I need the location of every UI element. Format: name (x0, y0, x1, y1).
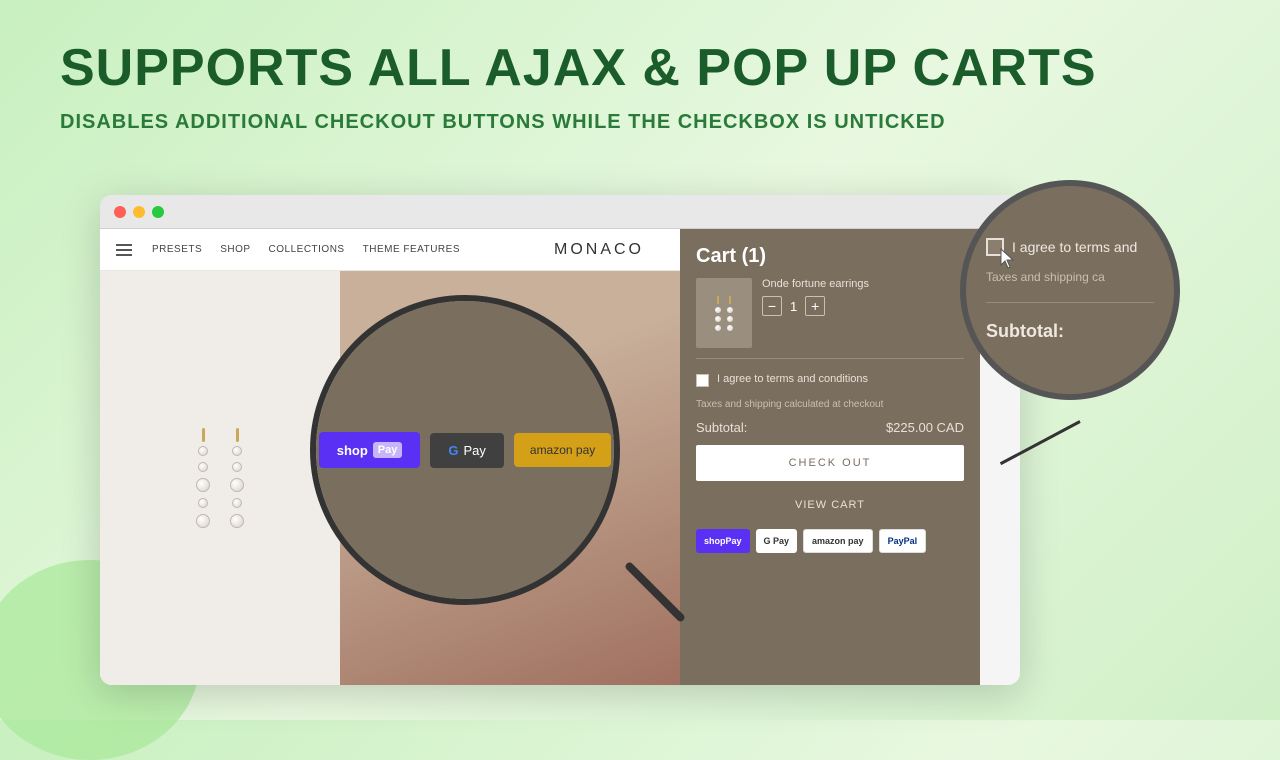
mini-earring-right (727, 296, 733, 331)
cursor-icon (996, 246, 1020, 270)
mini-wire-right (729, 296, 731, 304)
mini-wire-left (717, 296, 719, 304)
agree-label: I agree to terms and conditions (717, 373, 868, 385)
qty-number: 1 (790, 299, 797, 314)
hamburger-menu-icon[interactable] (116, 244, 132, 256)
cart-item-details: Onde fortune earrings − 1 + (762, 278, 964, 316)
maximize-dot[interactable] (152, 206, 164, 218)
cart-payment-icons: shopPay G Pay amazon pay PayPal (696, 529, 964, 553)
cart-amazon-icon: amazon pay (803, 529, 873, 553)
zoom-divider (986, 302, 1154, 303)
checkout-button[interactable]: CHECK OUT (696, 445, 964, 481)
zoom-subtotal: Subtotal: (986, 321, 1064, 342)
nav-collections[interactable]: COLLECTIONS (269, 244, 345, 255)
cart-earring-display (715, 296, 733, 331)
minimize-dot[interactable] (133, 206, 145, 218)
store-logo: MONACO (554, 241, 644, 259)
mini-pearl-r3 (727, 325, 733, 331)
pearl-r2 (232, 462, 242, 472)
earring-left (196, 428, 210, 528)
product-images-panel (100, 271, 340, 685)
subtotal-label: Subtotal: (696, 420, 747, 435)
view-cart-button[interactable]: VIEW CART (696, 491, 964, 519)
nav-links: PRESETS SHOP COLLECTIONS THEME FEATURES (152, 244, 460, 255)
earring-wire-right (236, 428, 239, 442)
nav-presets[interactable]: PRESETS (152, 244, 202, 255)
cart-title: Cart (1) (696, 245, 964, 268)
pearl-r3 (230, 478, 244, 492)
subtotal-amount: $225.00 CAD (886, 420, 964, 435)
nav-theme-features[interactable]: THEME FEATURES (363, 244, 460, 255)
shipping-note: Taxes and shipping calculated at checkou… (696, 399, 964, 410)
product-content: Onde $225.00 ✓✓ 20 IN shop Pay G (100, 271, 680, 685)
pearl-r4 (232, 498, 242, 508)
zoom-agree-text: I agree to terms and (1012, 239, 1137, 255)
browser-body: PRESETS SHOP COLLECTIONS THEME FEATURES … (100, 229, 1020, 685)
product-photo-bg (340, 271, 680, 685)
mini-pearl-l1 (715, 307, 721, 313)
product-page: PRESETS SHOP COLLECTIONS THEME FEATURES … (100, 229, 680, 685)
pearl-r1 (232, 446, 242, 456)
qty-increase-button[interactable]: + (805, 296, 825, 316)
pearl-4 (198, 498, 208, 508)
cart-shoppay-icon: shopPay (696, 529, 750, 553)
sub-headline: DISABLES ADDITIONAL CHECKOUT BUTTONS WHI… (60, 111, 1220, 134)
earring-chain-left (196, 446, 210, 528)
nav-shop[interactable]: SHOP (220, 244, 250, 255)
mini-pearl-r1 (727, 307, 733, 313)
header-section: SUPPORTS ALL AJAX & POP UP CARTS DISABLE… (0, 0, 1280, 134)
earring-chain-right (230, 446, 244, 528)
zoom-detail-circle: I agree to terms and Taxes and shipping … (960, 180, 1180, 400)
close-dot[interactable] (114, 206, 126, 218)
pearl-2 (198, 462, 208, 472)
browser-mockup: PRESETS SHOP COLLECTIONS THEME FEATURES … (100, 195, 1020, 685)
pearl-5 (196, 514, 210, 528)
zoom-shipping-text: Taxes and shipping ca (986, 270, 1105, 284)
qty-control: − 1 + (762, 296, 964, 316)
earring-right (230, 428, 244, 528)
mini-pearl-l3 (715, 325, 721, 331)
cart-paypal-icon: PayPal (879, 529, 927, 553)
product-main-image (340, 271, 680, 685)
pearl-1 (198, 446, 208, 456)
subtotal-row: Subtotal: $225.00 CAD (696, 420, 964, 435)
zoom-checkbox-wrapper (986, 238, 1004, 256)
cart-divider (696, 358, 964, 359)
cart-item: Onde fortune earrings − 1 + (696, 278, 964, 348)
pearl-r5 (230, 514, 244, 528)
earring-pair (196, 428, 244, 528)
cart-item-image (696, 278, 752, 348)
cart-gpay-icon: G Pay (756, 529, 798, 553)
agree-row: I agree to terms and conditions (696, 373, 964, 387)
mini-pearl-r2 (727, 316, 733, 322)
cart-panel: Cart (1) (680, 229, 980, 685)
store-nav: PRESETS SHOP COLLECTIONS THEME FEATURES … (100, 229, 680, 271)
mini-earring-left (715, 296, 721, 331)
earring-wire-left (202, 428, 205, 442)
zoom-agree-row: I agree to terms and (986, 238, 1137, 256)
cart-item-name: Onde fortune earrings (762, 278, 964, 290)
main-headline: SUPPORTS ALL AJAX & POP UP CARTS (60, 40, 1220, 97)
agree-checkbox[interactable] (696, 374, 709, 387)
qty-decrease-button[interactable]: − (762, 296, 782, 316)
browser-titlebar (100, 195, 1020, 229)
mini-pearl-l2 (715, 316, 721, 322)
pearl-3 (196, 478, 210, 492)
